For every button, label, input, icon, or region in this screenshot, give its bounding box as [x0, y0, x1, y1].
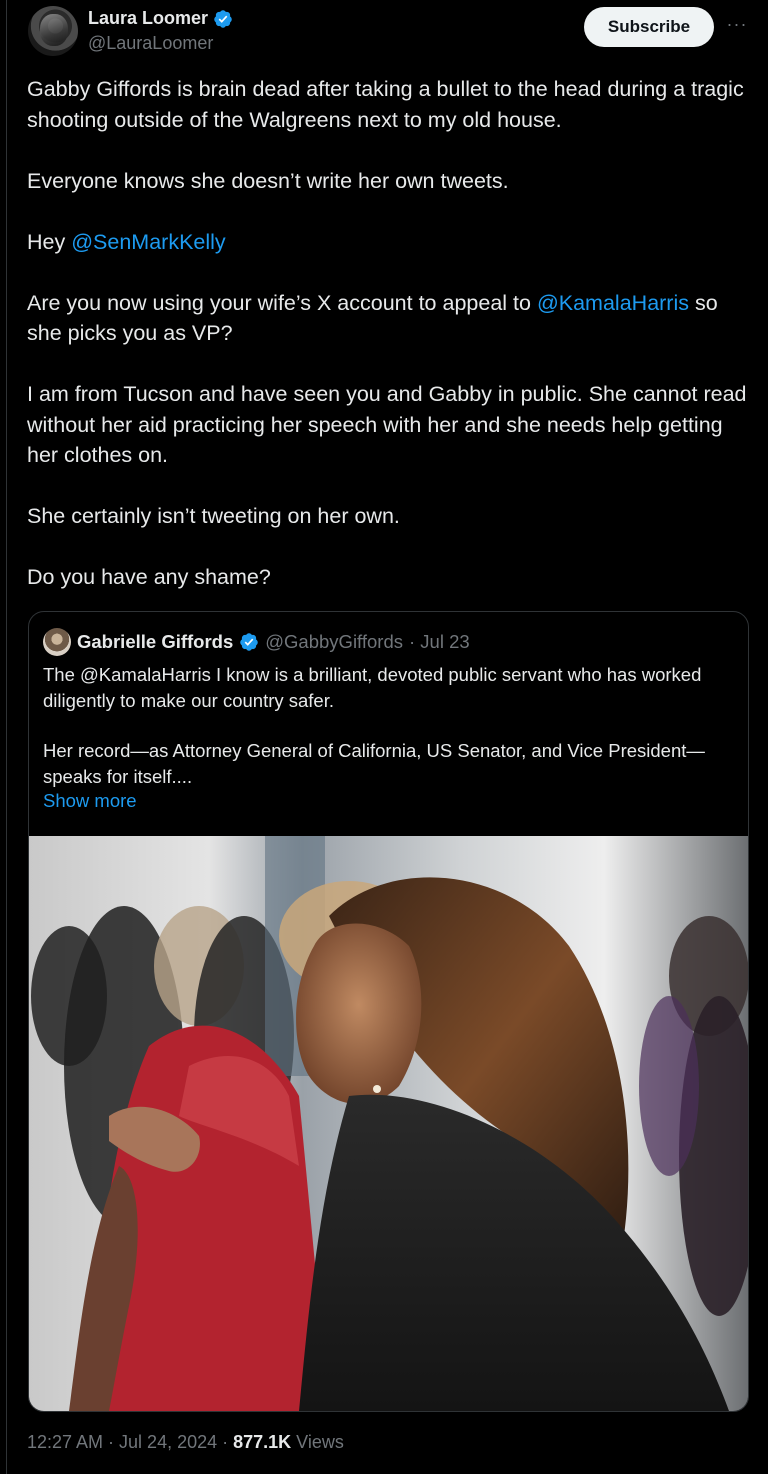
quoted-tweet-text: The @KamalaHarris I know is a brilliant,…: [43, 662, 733, 814]
quoted-tweet-photo[interactable]: [29, 836, 748, 1411]
tweet-paragraph: Hey @SenMarkKelly: [27, 227, 747, 258]
tweet-paragraph: She certainly isn’t tweeting on her own.: [27, 504, 400, 528]
quoted-avatar[interactable]: [43, 628, 71, 656]
quoted-tweet-card[interactable]: Gabrielle Giffords @GabbyGiffords · Jul …: [28, 611, 749, 1412]
tweet-paragraph: Gabby Giffords is brain dead after takin…: [27, 77, 744, 132]
author-name-row: Laura Loomer: [88, 8, 233, 29]
mention-link-senmarkkelly[interactable]: @SenMarkKelly: [71, 230, 225, 254]
quoted-handle[interactable]: @GabbyGiffords: [265, 631, 403, 653]
views-label: Views: [291, 1432, 344, 1452]
tweet-paragraph: I am from Tucson and have seen you and G…: [27, 382, 747, 467]
left-border: [6, 0, 7, 1474]
avatar[interactable]: [28, 6, 78, 56]
mention-link-kamalaharris[interactable]: @KamalaHarris: [537, 291, 689, 315]
tweet-text: Gabby Giffords is brain dead after takin…: [27, 74, 747, 623]
tweet-paragraph: Do you have any shame?: [27, 565, 271, 589]
tweet-text-span: Hey: [27, 229, 72, 254]
tweet-text-span: Are you now using your wife’s X account …: [27, 290, 537, 315]
timestamp-date[interactable]: 12:27 AM · Jul 24, 2024 ·: [27, 1432, 233, 1452]
views-count: 877.1K: [233, 1432, 292, 1452]
tweet-paragraph: Are you now using your wife’s X account …: [27, 288, 747, 349]
photo-image: [31, 836, 748, 1411]
quoted-paragraph: Her record—as Attorney General of Califo…: [43, 740, 705, 787]
tweet-timestamp: 12:27 AM · Jul 24, 2024 · 877.1K Views: [27, 1432, 344, 1453]
quoted-date[interactable]: · Jul 23: [409, 631, 470, 653]
tweet-header: Laura Loomer @LauraLoomer Subscribe ···: [28, 6, 750, 56]
quoted-tweet-header: Gabrielle Giffords @GabbyGiffords · Jul …: [43, 628, 470, 656]
verified-badge-icon: [214, 9, 232, 28]
more-options-icon[interactable]: ···: [725, 12, 749, 36]
tweet-paragraph: Everyone knows she doesn’t write her own…: [27, 168, 509, 193]
quoted-paragraph: The @KamalaHarris I know is a brilliant,…: [43, 664, 702, 711]
author-handle[interactable]: @LauraLoomer: [88, 33, 213, 54]
subscribe-button[interactable]: Subscribe: [584, 7, 714, 47]
show-more-link[interactable]: Show more: [43, 790, 137, 812]
author-display-name[interactable]: Laura Loomer: [88, 8, 208, 29]
verified-badge-icon: [240, 633, 259, 651]
quoted-display-name[interactable]: Gabrielle Giffords: [77, 631, 233, 653]
